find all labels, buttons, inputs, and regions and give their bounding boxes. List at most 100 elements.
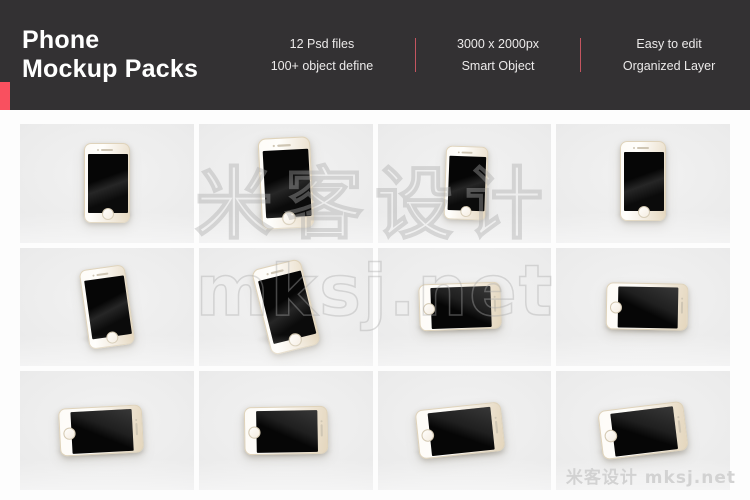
- front-camera-icon: [494, 295, 497, 298]
- screen-glare: [84, 275, 132, 340]
- screen-glare: [255, 410, 318, 454]
- title-line-1: Phone: [22, 26, 100, 54]
- front-camera-icon: [494, 416, 498, 419]
- spec-3-line-1: Easy to edit: [636, 37, 702, 51]
- phone-mockup[interactable]: [443, 145, 489, 221]
- mockup-cell[interactable]: [20, 247, 194, 367]
- mockup-cell[interactable]: [198, 124, 373, 243]
- screen-glare: [70, 409, 134, 455]
- mockup-cell[interactable]: [198, 371, 373, 490]
- speaker-grille-icon: [461, 151, 473, 154]
- mockup-cell[interactable]: [556, 247, 730, 367]
- phone-body: [257, 136, 315, 231]
- front-camera-icon: [134, 418, 138, 421]
- mockup-cell[interactable]: [377, 124, 552, 243]
- phone-screen: [430, 286, 493, 330]
- phone-body: [414, 401, 506, 460]
- phone-screen: [617, 286, 679, 330]
- phone-screen: [427, 406, 496, 457]
- screen-glare: [262, 149, 312, 219]
- phone-body: [443, 145, 489, 221]
- mockup-cell[interactable]: [198, 247, 373, 367]
- screen-glare: [624, 152, 665, 212]
- home-button[interactable]: [281, 210, 296, 226]
- mockup-cell[interactable]: [556, 124, 730, 243]
- spec-list: 12 Psd files 100+ object define 3000 x 2…: [250, 33, 750, 77]
- phone-mockup[interactable]: [620, 141, 667, 222]
- phone-mockup[interactable]: [414, 401, 506, 460]
- speaker-grille-icon: [320, 423, 322, 437]
- speaker-grille-icon: [681, 301, 683, 314]
- spec-2-line-2: Smart Object: [461, 59, 535, 73]
- screen-glare: [447, 156, 487, 212]
- page-title: Phone Mockup Packs: [0, 26, 250, 84]
- phone-screen: [447, 156, 487, 212]
- home-button[interactable]: [638, 205, 651, 218]
- home-button[interactable]: [609, 301, 622, 314]
- screen-glare: [427, 406, 496, 457]
- phone-body: [418, 282, 503, 332]
- screen-glare: [617, 286, 679, 330]
- phone-mockup[interactable]: [78, 264, 136, 350]
- phone-mockup[interactable]: [257, 136, 315, 231]
- phone-screen: [610, 406, 679, 457]
- mockup-cell[interactable]: [377, 247, 552, 367]
- speaker-grille-icon: [100, 149, 113, 151]
- spec-3-line-2: Organized Layer: [622, 59, 716, 73]
- phone-mockup[interactable]: [605, 282, 689, 332]
- front-camera-icon: [320, 419, 323, 422]
- home-button[interactable]: [247, 426, 260, 439]
- phone-body: [57, 404, 144, 457]
- phone-screen: [262, 149, 312, 219]
- phone-screen: [84, 275, 132, 340]
- speaker-grille-icon: [637, 147, 650, 149]
- front-camera-icon: [92, 273, 95, 277]
- spec-item-2: 3000 x 2000px Smart Object: [457, 33, 539, 77]
- speaker-grille-icon: [96, 272, 109, 276]
- mockup-cell[interactable]: [20, 371, 194, 490]
- home-button[interactable]: [101, 207, 114, 220]
- home-button[interactable]: [460, 205, 473, 218]
- speaker-grille-icon: [276, 144, 291, 147]
- phone-body: [78, 264, 136, 350]
- phone-body: [83, 143, 130, 224]
- speaker-grille-icon: [495, 420, 499, 434]
- spec-1-line-1: 12 Psd files: [289, 37, 355, 51]
- front-camera-icon: [458, 151, 461, 154]
- phone-screen: [70, 409, 134, 455]
- phone-body: [243, 405, 328, 456]
- front-camera-icon: [681, 297, 684, 300]
- phone-body: [620, 141, 667, 222]
- front-camera-icon: [633, 146, 636, 149]
- front-camera-icon: [677, 415, 680, 418]
- speaker-grille-icon: [135, 422, 138, 435]
- phone-body: [605, 282, 689, 332]
- screen-glare: [610, 406, 679, 457]
- phone-mockup[interactable]: [57, 404, 144, 457]
- front-camera-icon: [96, 148, 99, 151]
- screen-glare: [257, 270, 317, 345]
- mockup-cell[interactable]: [556, 371, 730, 490]
- speaker-grille-icon: [270, 269, 284, 274]
- home-button[interactable]: [62, 426, 76, 440]
- phone-mockup[interactable]: [83, 143, 130, 224]
- spec-1-line-2: 100+ object define: [270, 59, 374, 73]
- accent-bar: [0, 82, 10, 110]
- spec-2-line-1: 3000 x 2000px: [457, 37, 540, 51]
- mockup-gallery-grid: [20, 124, 730, 490]
- phone-screen: [624, 152, 665, 212]
- promo-page: Phone Mockup Packs 12 Psd files 100+ obj…: [0, 0, 750, 500]
- screen-glare: [87, 154, 128, 214]
- phone-mockup[interactable]: [243, 405, 328, 456]
- spec-divider-1: [414, 38, 416, 72]
- title-line-2: Mockup Packs: [22, 55, 199, 83]
- mockup-cell[interactable]: [377, 371, 552, 490]
- phone-mockup[interactable]: [418, 282, 503, 332]
- phone-screen: [87, 154, 128, 214]
- mockup-cell[interactable]: [20, 124, 194, 243]
- phone-screen: [255, 410, 318, 454]
- front-camera-icon: [272, 144, 275, 147]
- speaker-grille-icon: [494, 299, 497, 312]
- screen-glare: [430, 286, 493, 330]
- spec-item-3: Easy to edit Organized Layer: [623, 33, 715, 77]
